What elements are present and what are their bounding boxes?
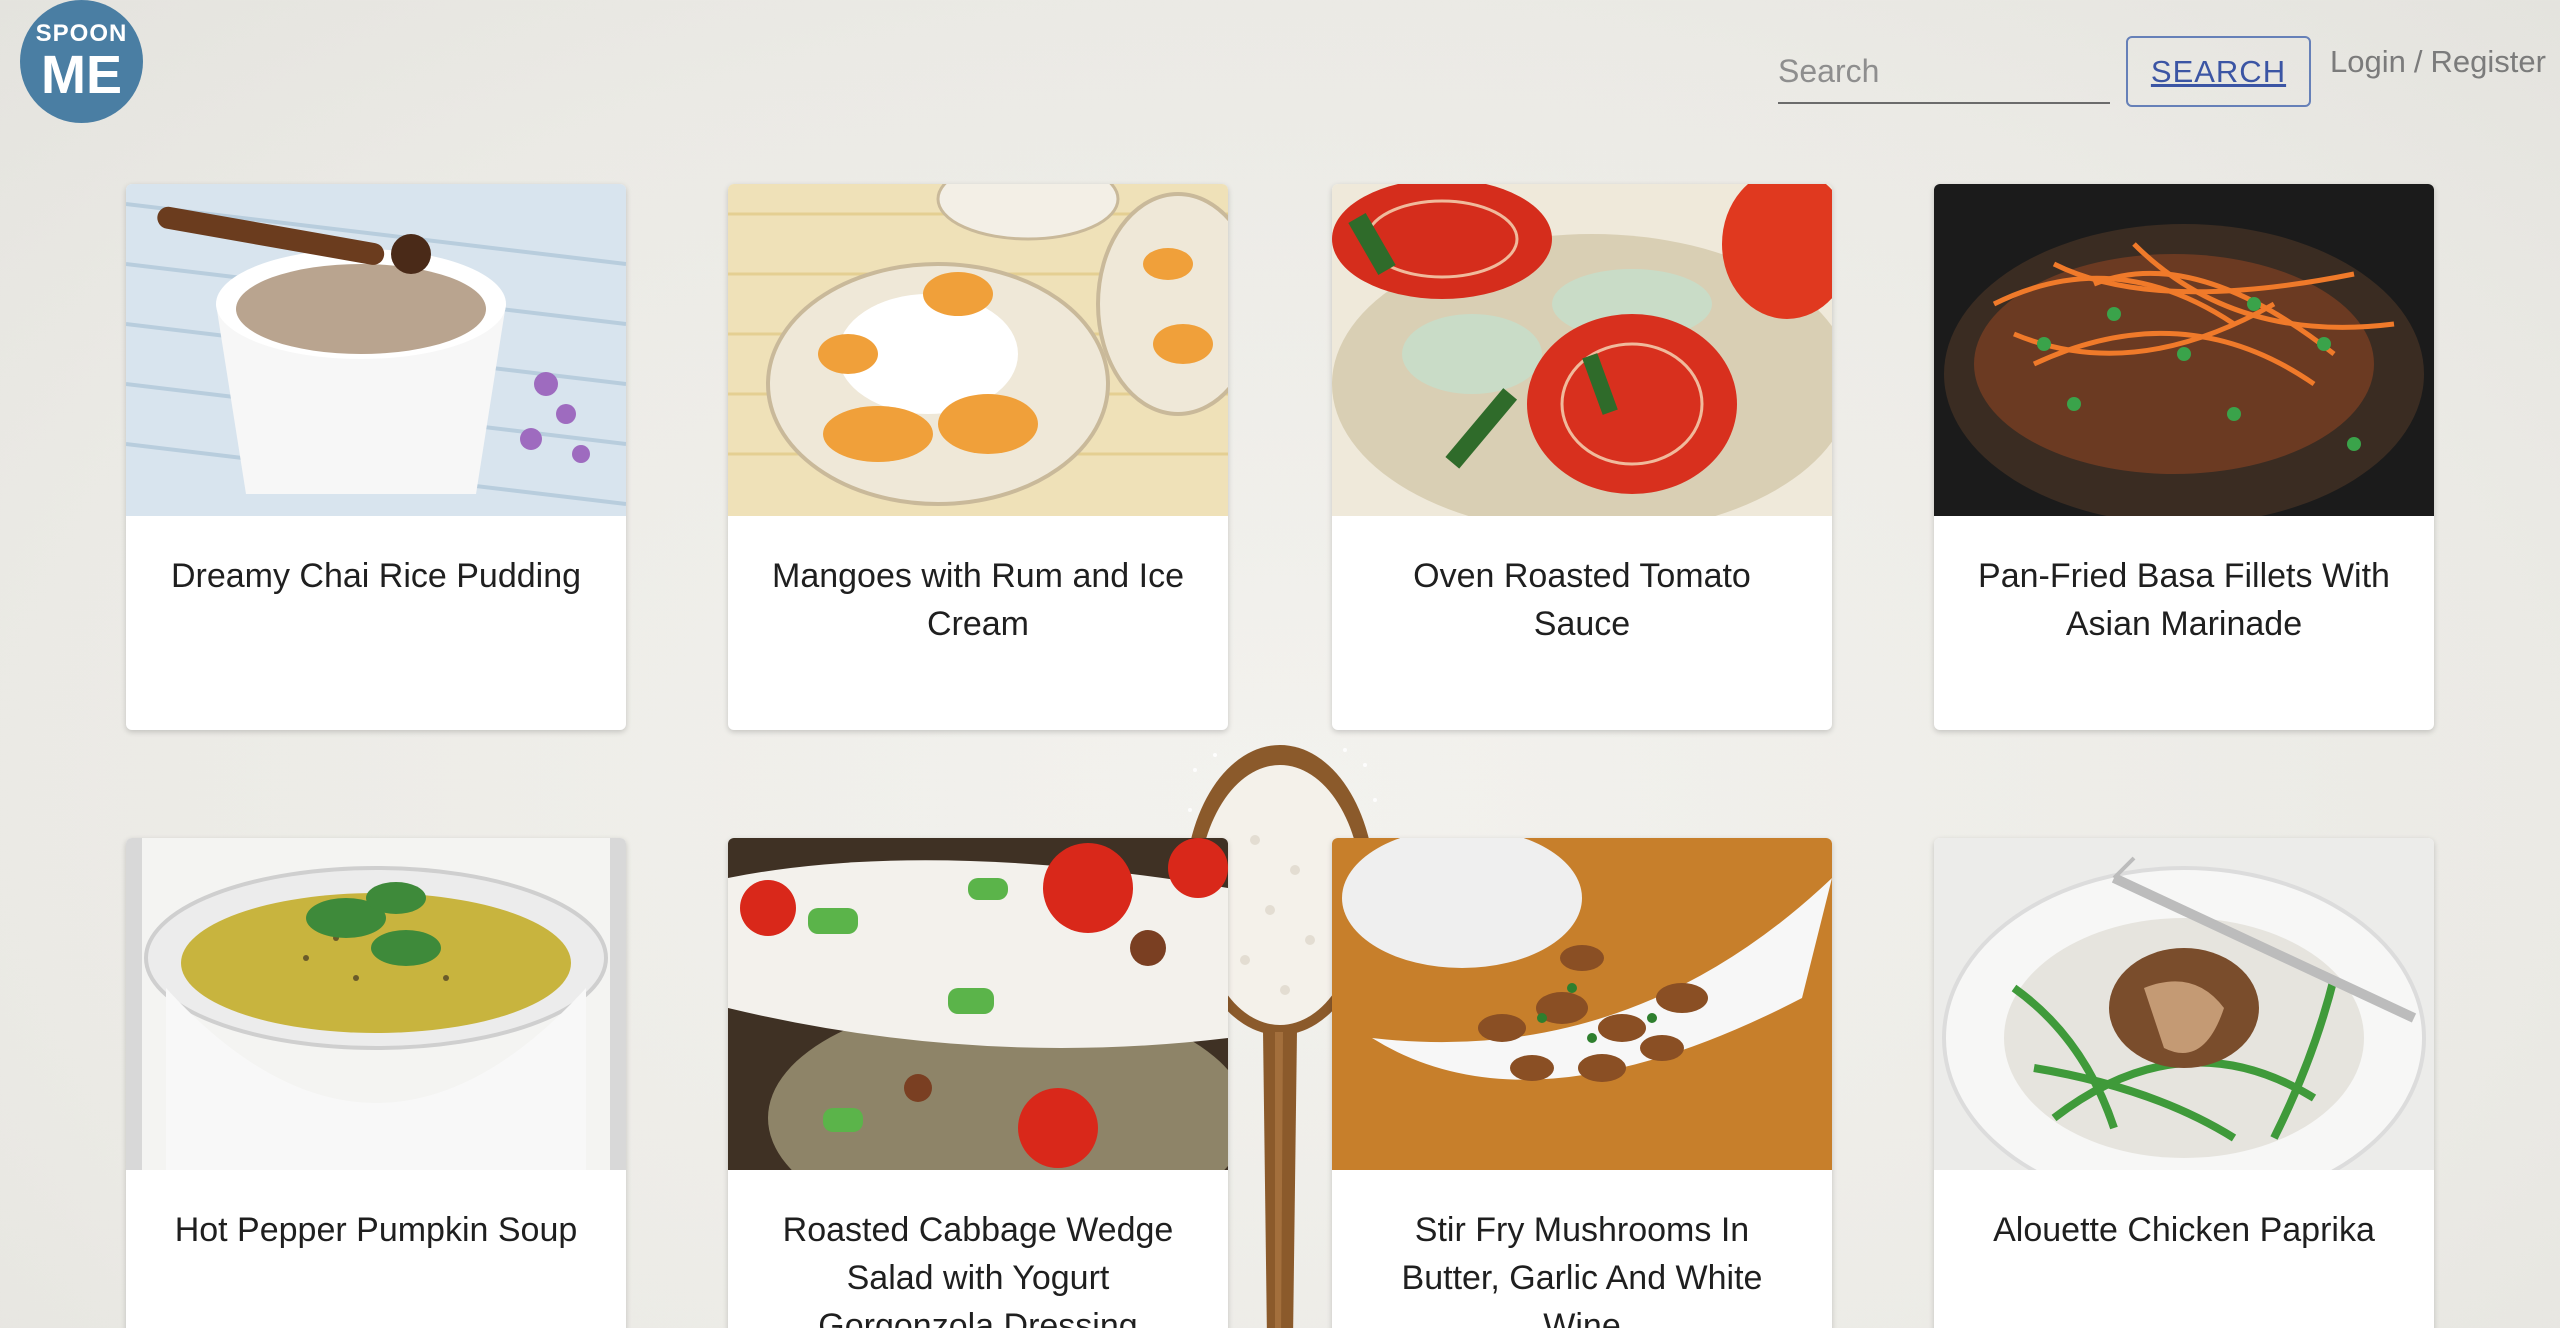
auth-links: Login / Register (2330, 44, 2546, 80)
recipe-card[interactable]: Dreamy Chai Rice Pudding (126, 184, 626, 730)
recipe-title[interactable]: Roasted Cabbage Wedge Salad with Yogurt … (728, 1170, 1228, 1328)
recipe-card[interactable]: Pan-Fried Basa Fillets With Asian Marina… (1934, 184, 2434, 730)
recipe-image[interactable] (728, 184, 1228, 516)
recipe-card[interactable]: Oven Roasted Tomato Sauce (1332, 184, 1832, 730)
logo-line-1: SPOON (35, 19, 128, 47)
recipe-title[interactable]: Stir Fry Mushrooms In Butter, Garlic And… (1332, 1170, 1832, 1328)
recipe-image[interactable] (1332, 184, 1832, 516)
search-button[interactable]: SEARCH (2126, 36, 2311, 107)
recipe-image[interactable] (728, 838, 1228, 1170)
recipe-card[interactable]: Mangoes with Rum and Ice Cream (728, 184, 1228, 730)
recipe-card[interactable]: Hot Pepper Pumpkin Soup (126, 838, 626, 1328)
recipe-title[interactable]: Alouette Chicken Paprika (1934, 1170, 2434, 1254)
recipe-image[interactable] (1332, 838, 1832, 1170)
recipe-image[interactable] (126, 838, 626, 1170)
recipe-image[interactable] (1934, 184, 2434, 516)
logo-line-2: ME (41, 44, 122, 105)
search-input[interactable] (1778, 40, 2110, 102)
recipe-title[interactable]: Dreamy Chai Rice Pudding (126, 516, 626, 600)
recipe-image[interactable] (126, 184, 626, 516)
recipe-title[interactable]: Oven Roasted Tomato Sauce (1332, 516, 1832, 648)
recipe-card[interactable]: Alouette Chicken Paprika (1934, 838, 2434, 1328)
recipe-card[interactable]: Roasted Cabbage Wedge Salad with Yogurt … (728, 838, 1228, 1328)
search-field (1778, 40, 2110, 104)
spoonme-logo[interactable]: SPOON ME (20, 0, 143, 123)
recipe-title[interactable]: Mangoes with Rum and Ice Cream (728, 516, 1228, 648)
recipe-title[interactable]: Pan-Fried Basa Fillets With Asian Marina… (1934, 516, 2434, 648)
register-link[interactable]: Register (2430, 44, 2545, 79)
recipe-image[interactable] (1934, 838, 2434, 1170)
recipe-card[interactable]: Stir Fry Mushrooms In Butter, Garlic And… (1332, 838, 1832, 1328)
auth-separator: / (2413, 44, 2423, 79)
recipe-title[interactable]: Hot Pepper Pumpkin Soup (126, 1170, 626, 1254)
login-link[interactable]: Login (2330, 44, 2406, 79)
